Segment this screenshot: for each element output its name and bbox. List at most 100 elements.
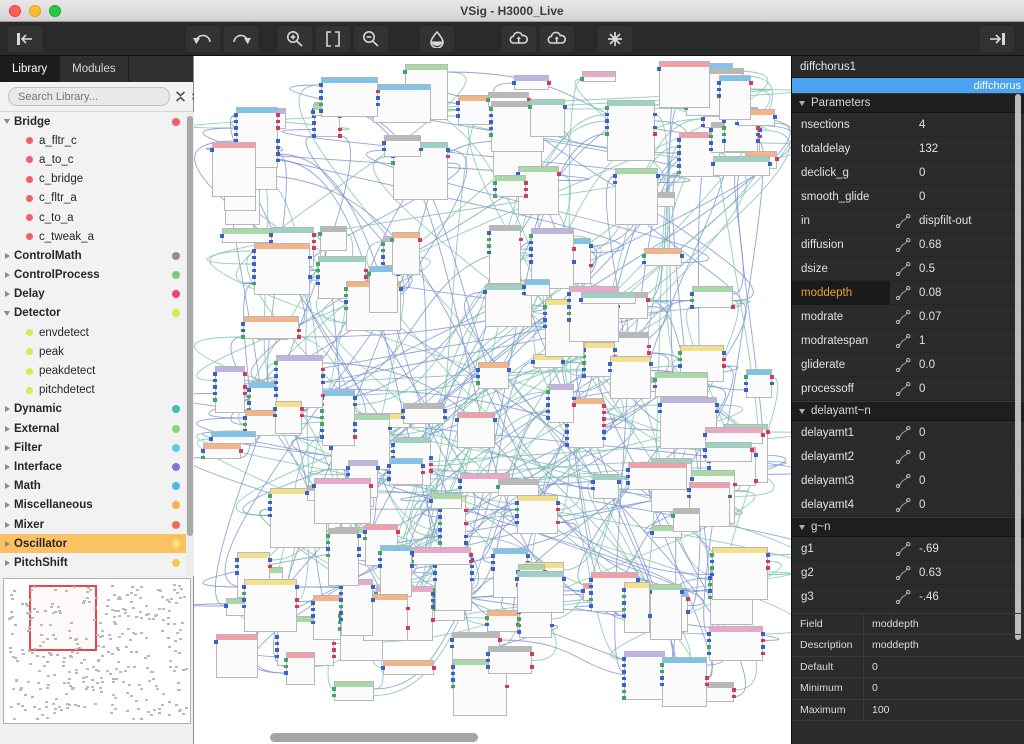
tree-item-bridge[interactable]: Bridge (0, 112, 186, 131)
param-row-delayamt3[interactable]: delayamt30 (792, 469, 1024, 493)
tree-item-interface[interactable]: Interface (0, 457, 186, 476)
disclosure-open-icon[interactable] (799, 409, 805, 414)
patch-node-port[interactable] (493, 188, 497, 192)
patch-node-port[interactable] (353, 403, 357, 407)
patch-node-port[interactable] (646, 298, 650, 302)
param-value[interactable]: -.46 (915, 591, 1024, 603)
patch-node-port[interactable] (707, 652, 711, 656)
patch-node-port[interactable] (487, 244, 491, 248)
patch-node[interactable] (321, 77, 378, 117)
patch-node[interactable] (489, 225, 521, 284)
patch-node-port[interactable] (636, 578, 640, 582)
param-name[interactable]: smooth_glide (792, 185, 891, 209)
patch-node-port[interactable] (387, 477, 391, 481)
patch-node-port[interactable] (622, 657, 626, 661)
patch-node-port[interactable] (316, 269, 320, 273)
patch-node-port[interactable] (438, 509, 442, 513)
param-name[interactable]: in (792, 209, 891, 233)
param-name[interactable]: declick_g (792, 161, 891, 185)
patch-node-port[interactable] (524, 181, 528, 185)
param-value[interactable]: 0 (915, 451, 1024, 463)
patch-node-port[interactable] (241, 329, 245, 333)
patch-node-port[interactable] (382, 141, 386, 145)
patch-node-port[interactable] (321, 394, 325, 398)
patch-node-port[interactable] (732, 688, 736, 692)
patch-node-port[interactable] (338, 128, 342, 132)
patch-node-port[interactable] (353, 435, 357, 439)
compile-icon[interactable] (598, 26, 632, 52)
patch-node-port[interactable] (458, 486, 462, 490)
patch-connector-icon[interactable] (896, 310, 911, 324)
patch-node-port[interactable] (529, 254, 533, 258)
patch-node-port[interactable] (677, 151, 681, 155)
patch-node-port[interactable] (363, 537, 367, 541)
patch-node[interactable] (713, 156, 770, 176)
patch-node-port[interactable] (711, 162, 715, 166)
patch-node-port[interactable] (567, 305, 571, 309)
patch-node-port[interactable] (686, 610, 690, 614)
patch-node-port[interactable] (605, 126, 609, 130)
patch-node-port[interactable] (213, 385, 217, 389)
patch-node-port[interactable] (709, 141, 713, 145)
patch-node-port[interactable] (316, 262, 320, 266)
patch-node-port[interactable] (580, 77, 584, 81)
disclosure-open-icon[interactable] (0, 119, 14, 124)
patch-node-port[interactable] (381, 242, 385, 246)
patch-node[interactable] (320, 226, 347, 251)
disclosure-closed-icon[interactable] (0, 426, 14, 432)
param-row-g1[interactable]: g1-.69 (792, 537, 1024, 561)
patch-node[interactable] (524, 279, 550, 296)
patch-node-port[interactable] (529, 241, 533, 245)
patch-node-port[interactable] (431, 599, 435, 603)
patch-node-port[interactable] (567, 292, 571, 296)
patch-node-port[interactable] (546, 410, 550, 414)
patch-node-port[interactable] (486, 659, 490, 663)
patch-node-port[interactable] (201, 449, 205, 453)
patch-node-port[interactable] (406, 607, 410, 611)
patch-node-port[interactable] (431, 618, 435, 622)
param-row-delayamt1[interactable]: delayamt10 (792, 421, 1024, 445)
patch-node-port[interactable] (469, 560, 473, 564)
param-row-delayamt4[interactable]: delayamt40 (792, 493, 1024, 517)
patch-node-port[interactable] (626, 481, 630, 485)
patch-node-port[interactable] (709, 135, 713, 139)
patch-node-port[interactable] (273, 414, 277, 418)
patch-node-port[interactable] (660, 683, 664, 687)
patch-node-port[interactable] (622, 677, 626, 681)
patch-node-port[interactable] (332, 655, 336, 659)
patch-node-port[interactable] (528, 105, 532, 109)
patch-node-port[interactable] (647, 345, 651, 349)
patch-node[interactable] (593, 474, 619, 499)
patch-node-port[interactable] (433, 565, 437, 569)
patch-node-port[interactable] (305, 491, 309, 495)
patch-node-port[interactable] (686, 597, 690, 601)
patch-node-port[interactable] (390, 238, 394, 242)
patch-node-port[interactable] (214, 640, 218, 644)
patch-node-port[interactable] (201, 456, 205, 460)
tree-item-envdetect[interactable]: envdetect (0, 323, 186, 342)
patch-node-port[interactable] (353, 396, 357, 400)
patch-node-port[interactable] (515, 508, 519, 512)
patch-node-port[interactable] (418, 238, 422, 242)
patch-node-port[interactable] (656, 174, 660, 178)
patch-node-port[interactable] (487, 238, 491, 242)
patch-node-port[interactable] (722, 133, 726, 137)
minimap-viewport-rect[interactable] (29, 585, 97, 651)
param-row-smooth_glide[interactable]: smooth_glide0 (792, 185, 1024, 209)
patch-node-port[interactable] (410, 551, 414, 555)
tree-item-controlmath[interactable]: ControlMath (0, 246, 186, 265)
patch-node-port[interactable] (326, 541, 330, 545)
patch-node-port[interactable] (561, 360, 565, 364)
patch-node-port[interactable] (371, 598, 375, 602)
patch-canvas[interactable] (194, 56, 791, 744)
patch-node-port[interactable] (284, 671, 288, 675)
patch-node-port[interactable] (376, 103, 380, 107)
patch-node-port[interactable] (605, 132, 609, 136)
patch-node-port[interactable] (276, 146, 280, 150)
patch-node-port[interactable] (547, 81, 551, 85)
patch-node-port[interactable] (367, 272, 371, 276)
tree-item-filter[interactable]: Filter (0, 438, 186, 457)
patch-node-port[interactable] (353, 429, 357, 433)
patch-node-port[interactable] (252, 262, 256, 266)
patch-node-port[interactable] (496, 485, 500, 489)
